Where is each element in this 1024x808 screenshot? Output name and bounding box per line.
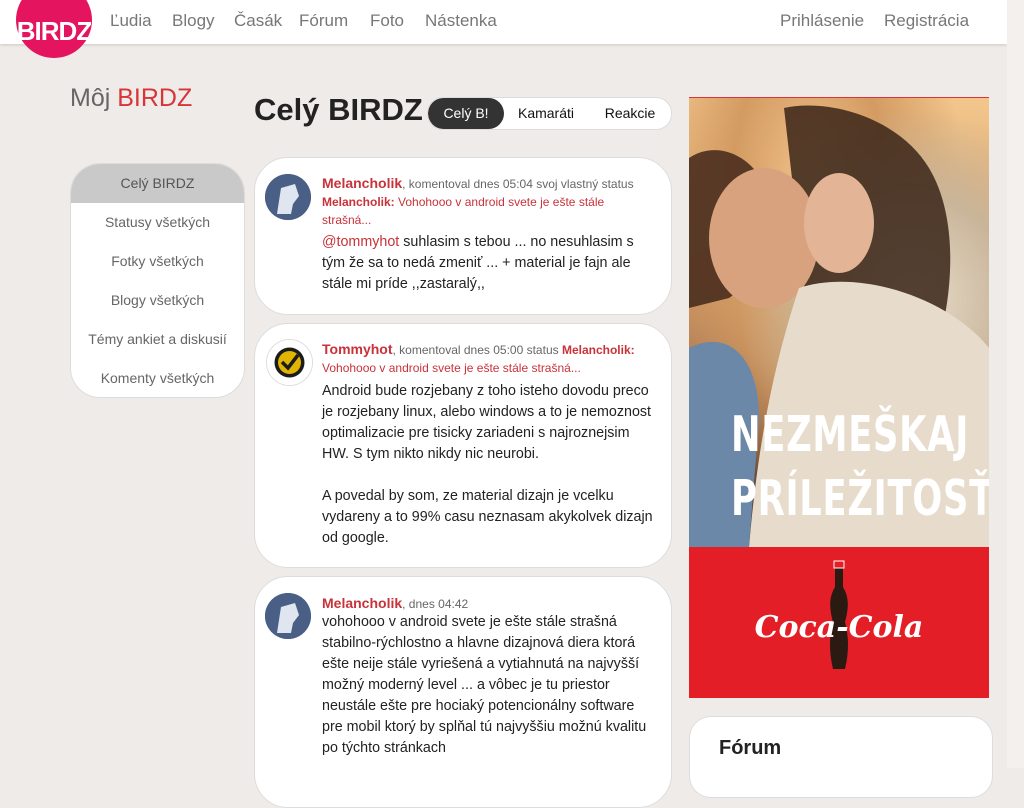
sidebar-item-fotky[interactable]: Fotky všetkých [71,242,244,281]
brand-logo: Coca-Cola [754,610,924,645]
forum-widget-title: Fórum [719,737,782,759]
login-link[interactable]: Prihlásenie [780,11,864,31]
sidebar-item-cely-birdz[interactable]: Celý BIRDZ [71,164,244,203]
post-text: vohohooo v android svete je ešte stále s… [322,614,647,756]
sidebar-title-brand: BIRDZ [117,84,193,112]
post-meta: Melancholik, komentoval dnes 05:04 svoj … [322,174,647,229]
feed-post: Melancholik, komentoval dnes 05:04 svoj … [254,157,672,315]
post-body: @tommyhot suhlasim s tebou ... no nesuhl… [322,232,653,295]
post-author[interactable]: Tommyhot [322,341,393,357]
post-author[interactable]: Melancholik [322,595,402,611]
avatar[interactable] [265,593,311,639]
ad-banner[interactable]: NEZMEŠKAJ PRÍLEŽITOSŤ. Coca-Cola [689,97,989,698]
post-body: Android bude rozjebany z toho isteho dov… [322,381,653,549]
ad-headline-line1: NEZMEŠKAJ [731,406,970,463]
feed-post: Tommyhot, komentoval dnes 05:00 status M… [254,323,672,568]
user-silhouette-icon [265,593,311,639]
birdz-logo[interactable]: BIRDZ [16,0,92,58]
post-body: vohohooo v android svete je ešte stále s… [322,612,653,759]
sidebar-title-prefix: Môj [70,84,111,112]
sidebar-item-temy[interactable]: Témy ankiet a diskusií [71,320,244,359]
avatar[interactable] [265,174,311,220]
mention-link[interactable]: @tommyhot [322,234,399,250]
quote-author: Melancholik: [322,195,395,209]
top-navbar: Ľudia Blogy Časák Fórum Foto Nástenka Pr… [0,0,1007,44]
post-paragraph: Android bude rozjebany z toho isteho dov… [322,383,652,462]
nav-item-ludia[interactable]: Ľudia [110,11,152,31]
post-meta: Melancholik, dnes 04:42 [322,594,647,613]
page-scrollbar[interactable] [1007,0,1024,768]
sidebar-item-komenty[interactable]: Komenty všetkých [71,359,244,397]
tab-kamarati[interactable]: Kamaráti [506,98,586,129]
post-meta: Tommyhot, komentoval dnes 05:00 status M… [322,340,647,377]
post-action: , komentoval dnes 05:00 status [392,343,562,357]
nav-item-blogy[interactable]: Blogy [172,11,215,31]
quote-text: Vohohooo v android svete je ešte stále s… [322,361,581,375]
nav-item-nastenka[interactable]: Nástenka [425,11,497,31]
tab-cely-b[interactable]: Celý B! [428,98,504,129]
sidebar-title: Môj BIRDZ [70,84,192,113]
page-title: Celý BIRDZ [254,92,423,127]
register-link[interactable]: Registrácia [884,11,969,31]
feed-post: Melancholik, dnes 04:42 vohohooo v andro… [254,576,672,808]
post-action: , komentoval dnes 05:04 svoj vlastný sta… [402,177,634,191]
nav-item-casak[interactable]: Časák [234,11,282,31]
feed-tabs: Celý B! Kamaráti Reakcie [427,97,672,130]
badge-avatar-icon [267,340,312,385]
nav-item-foto[interactable]: Foto [370,11,404,31]
ad-headline-line2: PRÍLEŽITOSŤ. [731,470,989,527]
post-action: , dnes 04:42 [402,597,469,611]
sidebar-item-statusy[interactable]: Statusy všetkých [71,203,244,242]
quote-author: Melancholik: [561,343,635,357]
post-paragraph: A povedal by som, ze material dizajn je … [322,488,653,546]
sidebar-item-blogy[interactable]: Blogy všetkých [71,281,244,320]
sidebar-menu: Celý BIRDZ Statusy všetkých Fotky všetký… [70,163,245,398]
avatar[interactable] [266,339,313,386]
post-author[interactable]: Melancholik [322,175,402,191]
user-silhouette-icon [265,174,311,220]
nav-item-forum[interactable]: Fórum [299,11,348,31]
post-quote[interactable]: Melancholik: Vohohooo v android svete je… [322,193,647,229]
tab-reakcie[interactable]: Reakcie [590,98,670,129]
forum-widget: Fórum [689,716,993,798]
